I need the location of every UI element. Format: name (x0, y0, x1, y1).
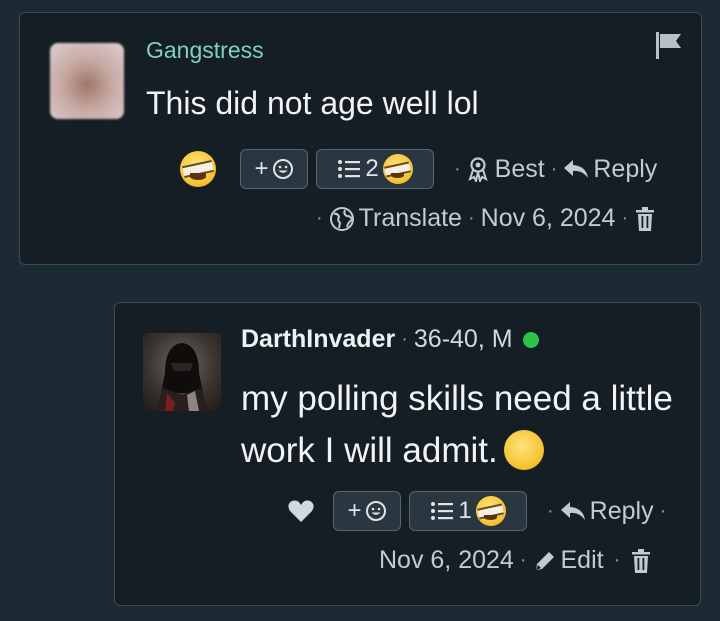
comment-footer: · Translate · Nov 6, 2024 · (310, 204, 656, 233)
comment-actions: + 1 · Reply · (287, 491, 672, 531)
avatar[interactable] (50, 43, 124, 119)
reaction-count: 1 (458, 497, 472, 524)
trash-icon[interactable] (630, 548, 652, 574)
list-icon (338, 160, 361, 178)
best-button[interactable]: Best (495, 155, 545, 184)
edit-button[interactable]: Edit (561, 546, 604, 575)
reactions-list-button[interactable]: 1 (409, 491, 527, 531)
comment-date: Nov 6, 2024 (379, 546, 514, 574)
avatar[interactable] (143, 333, 221, 411)
online-status-indicator (522, 331, 539, 348)
reply-arrow-icon (564, 160, 589, 178)
username[interactable]: Gangstress (146, 37, 264, 64)
smiley-icon (272, 159, 293, 179)
comment-card: Gangstress This did not age well lol + 2 (19, 12, 702, 265)
laughing-emoji-icon (382, 154, 413, 184)
comment-text: This did not age well lol (146, 85, 479, 121)
tears-of-joy-emoji-icon (503, 430, 544, 470)
reply-card: DarthInvader · 36-40, M my polling skill… (114, 302, 701, 606)
add-reaction-button[interactable]: + (240, 149, 308, 189)
laughing-emoji-icon[interactable] (180, 151, 216, 187)
smiley-icon (365, 501, 386, 521)
comment-footer: Nov 6, 2024 · Edit · (379, 546, 652, 575)
add-reaction-button[interactable]: + (333, 491, 401, 531)
heart-icon[interactable] (287, 498, 315, 524)
reply-header: DarthInvader · 36-40, M (241, 325, 539, 354)
reply-button[interactable]: Reply (590, 497, 654, 526)
reaction-count: 2 (365, 155, 379, 182)
trash-icon[interactable] (634, 206, 656, 232)
username[interactable]: DarthInvader (241, 325, 395, 354)
flag-icon[interactable] (653, 29, 685, 61)
laughing-emoji-icon (475, 496, 506, 526)
list-icon (431, 502, 454, 520)
reply-button[interactable]: Reply (593, 155, 657, 184)
award-icon (467, 157, 488, 182)
pencil-icon (535, 551, 554, 570)
user-info: 36-40, M (413, 325, 513, 353)
comment-text: my polling skills need a little work I w… (241, 379, 673, 470)
reply-arrow-icon (560, 502, 585, 520)
translate-button[interactable]: Translate (359, 204, 462, 233)
comment-date: Nov 6, 2024 (480, 204, 616, 232)
comment-actions: + 2 · Best · Reply (180, 149, 657, 189)
globe-icon (329, 206, 354, 231)
darth-vader-avatar-image (155, 343, 209, 411)
reactions-list-button[interactable]: 2 (316, 149, 434, 189)
